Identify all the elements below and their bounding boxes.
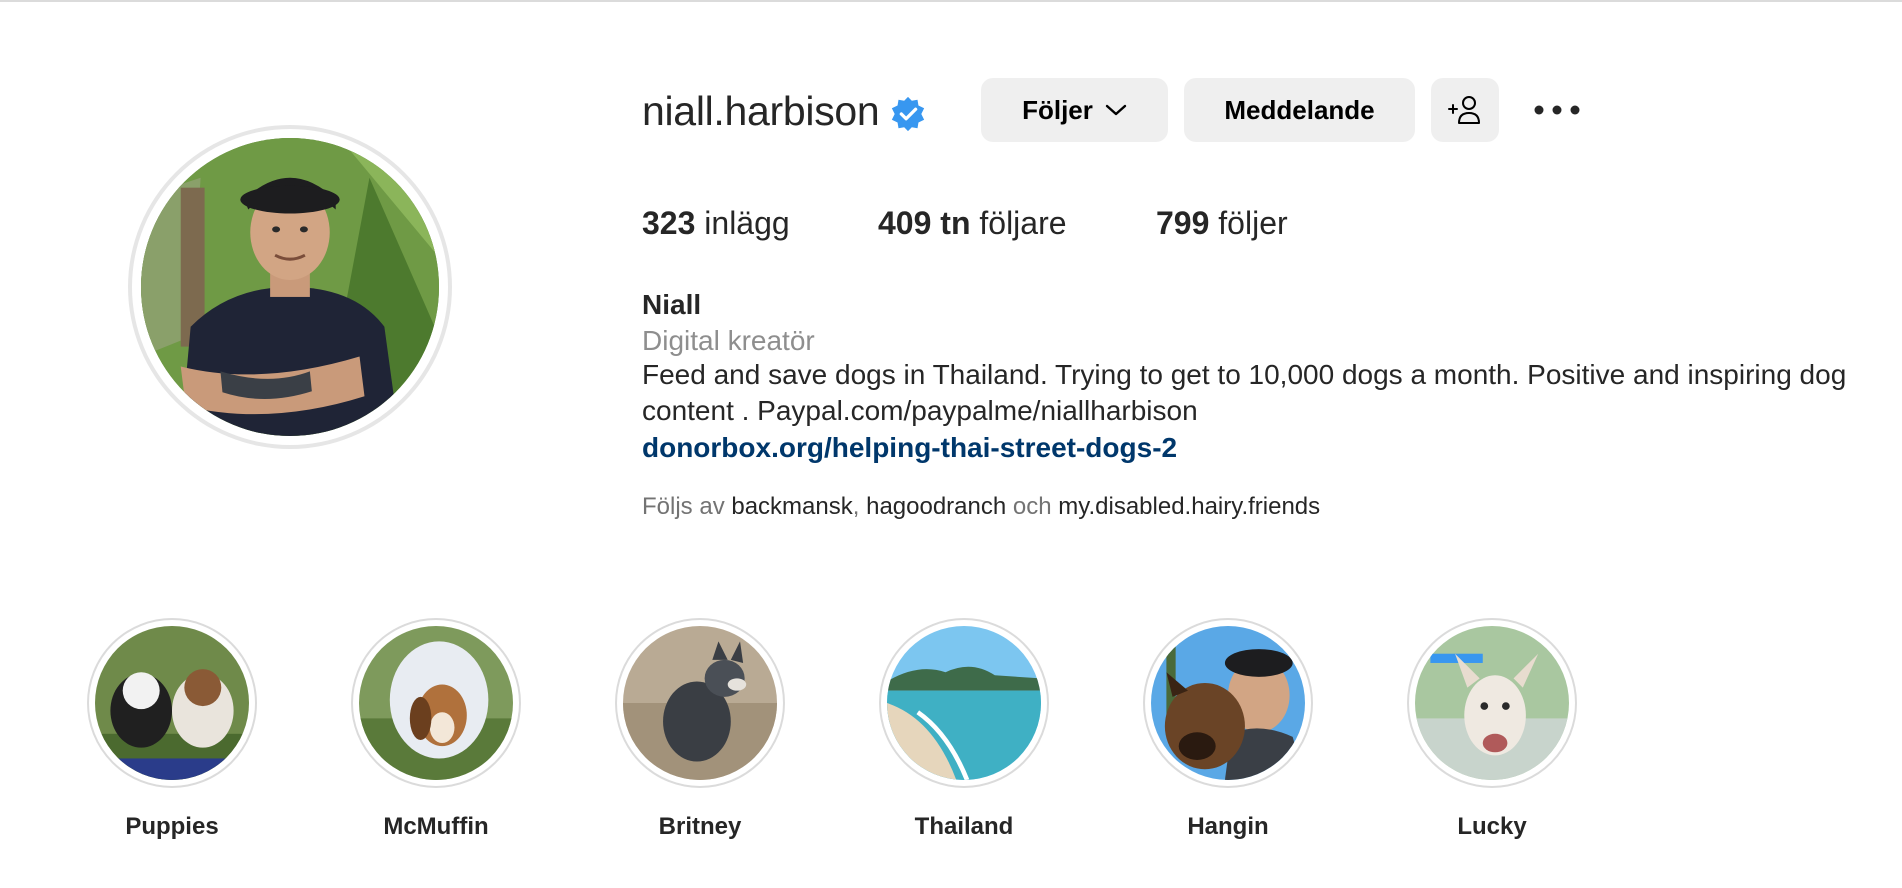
avatar-inner xyxy=(132,129,448,445)
highlight-thumbnail xyxy=(1151,626,1305,780)
highlight-thumbnail xyxy=(359,626,513,780)
more-options-button[interactable] xyxy=(1530,90,1584,130)
followed-by-conjunction: och xyxy=(1012,493,1052,520)
highlight-thumbnail xyxy=(1415,626,1569,780)
following-count-number: 799 xyxy=(1156,205,1210,241)
bio-link[interactable]: donorbox.org/helping-thai-street-dogs-2 xyxy=(642,430,1177,466)
followed-by-account[interactable]: backmansk xyxy=(731,493,852,520)
more-icon xyxy=(1534,105,1580,115)
following-button-label: Följer xyxy=(1022,94,1093,125)
following-count[interactable]: 799 följer xyxy=(1156,203,1288,243)
top-divider xyxy=(0,0,1902,2)
highlight-ring xyxy=(351,618,521,788)
message-button-label: Meddelande xyxy=(1224,94,1375,125)
following-count-label: följer xyxy=(1218,205,1288,241)
bio-category: Digital kreatör xyxy=(642,325,815,356)
followers-count-label: följare xyxy=(979,205,1067,241)
profile-avatar[interactable] xyxy=(128,125,452,449)
highlight-mcmuffin[interactable]: McMuffin xyxy=(350,618,522,842)
verified-badge-icon xyxy=(891,96,925,132)
highlight-ring xyxy=(879,618,1049,788)
bio-name: Niall xyxy=(642,289,702,320)
followed-by-account[interactable]: my.disabled.hairy.friends xyxy=(1058,493,1320,520)
suggest-users-button[interactable] xyxy=(1431,78,1499,142)
highlight-ring xyxy=(1407,618,1577,788)
posts-count-label: inlägg xyxy=(704,205,790,241)
highlight-thumbnail xyxy=(95,626,249,780)
bio-text: Feed and save dogs in Thailand. Trying t… xyxy=(642,359,1847,426)
followed-by-prefix: Följs av xyxy=(642,493,725,520)
posts-count-number: 323 xyxy=(642,205,696,241)
highlight-label: Lucky xyxy=(1457,813,1527,840)
highlight-britney[interactable]: Britney xyxy=(614,618,786,842)
highlight-thumbnail xyxy=(887,626,1041,780)
highlight-ring xyxy=(615,618,785,788)
highlight-label: Britney xyxy=(658,813,742,840)
highlight-label: Puppies xyxy=(125,813,219,840)
followed-by[interactable]: Följs av backmansk, hagoodranch och my.d… xyxy=(642,491,1320,523)
followed-by-separator: , xyxy=(852,493,860,520)
followers-count-number: 409 tn xyxy=(878,205,971,241)
chevron-down-icon xyxy=(1105,104,1127,116)
add-user-icon xyxy=(1448,96,1480,124)
highlight-thailand[interactable]: Thailand xyxy=(878,618,1050,842)
highlight-ring xyxy=(1143,618,1313,788)
following-button[interactable]: Följer xyxy=(981,78,1168,142)
username: niall.harbison xyxy=(642,88,880,134)
highlight-ring xyxy=(87,618,257,788)
highlight-label: McMuffin xyxy=(383,813,489,840)
highlight-lucky[interactable]: Lucky xyxy=(1406,618,1578,842)
followers-count[interactable]: 409 tn följare xyxy=(878,203,1067,243)
highlight-label: Thailand xyxy=(914,813,1014,840)
profile-photo xyxy=(141,138,439,436)
highlight-puppies[interactable]: Puppies xyxy=(86,618,258,842)
highlight-hangin[interactable]: Hangin xyxy=(1142,618,1314,842)
followed-by-account[interactable]: hagoodranch xyxy=(866,493,1006,520)
posts-count: 323 inlägg xyxy=(642,203,790,243)
message-button[interactable]: Meddelande xyxy=(1184,78,1415,142)
highlight-thumbnail xyxy=(623,626,777,780)
highlight-label: Hangin xyxy=(1187,813,1269,840)
